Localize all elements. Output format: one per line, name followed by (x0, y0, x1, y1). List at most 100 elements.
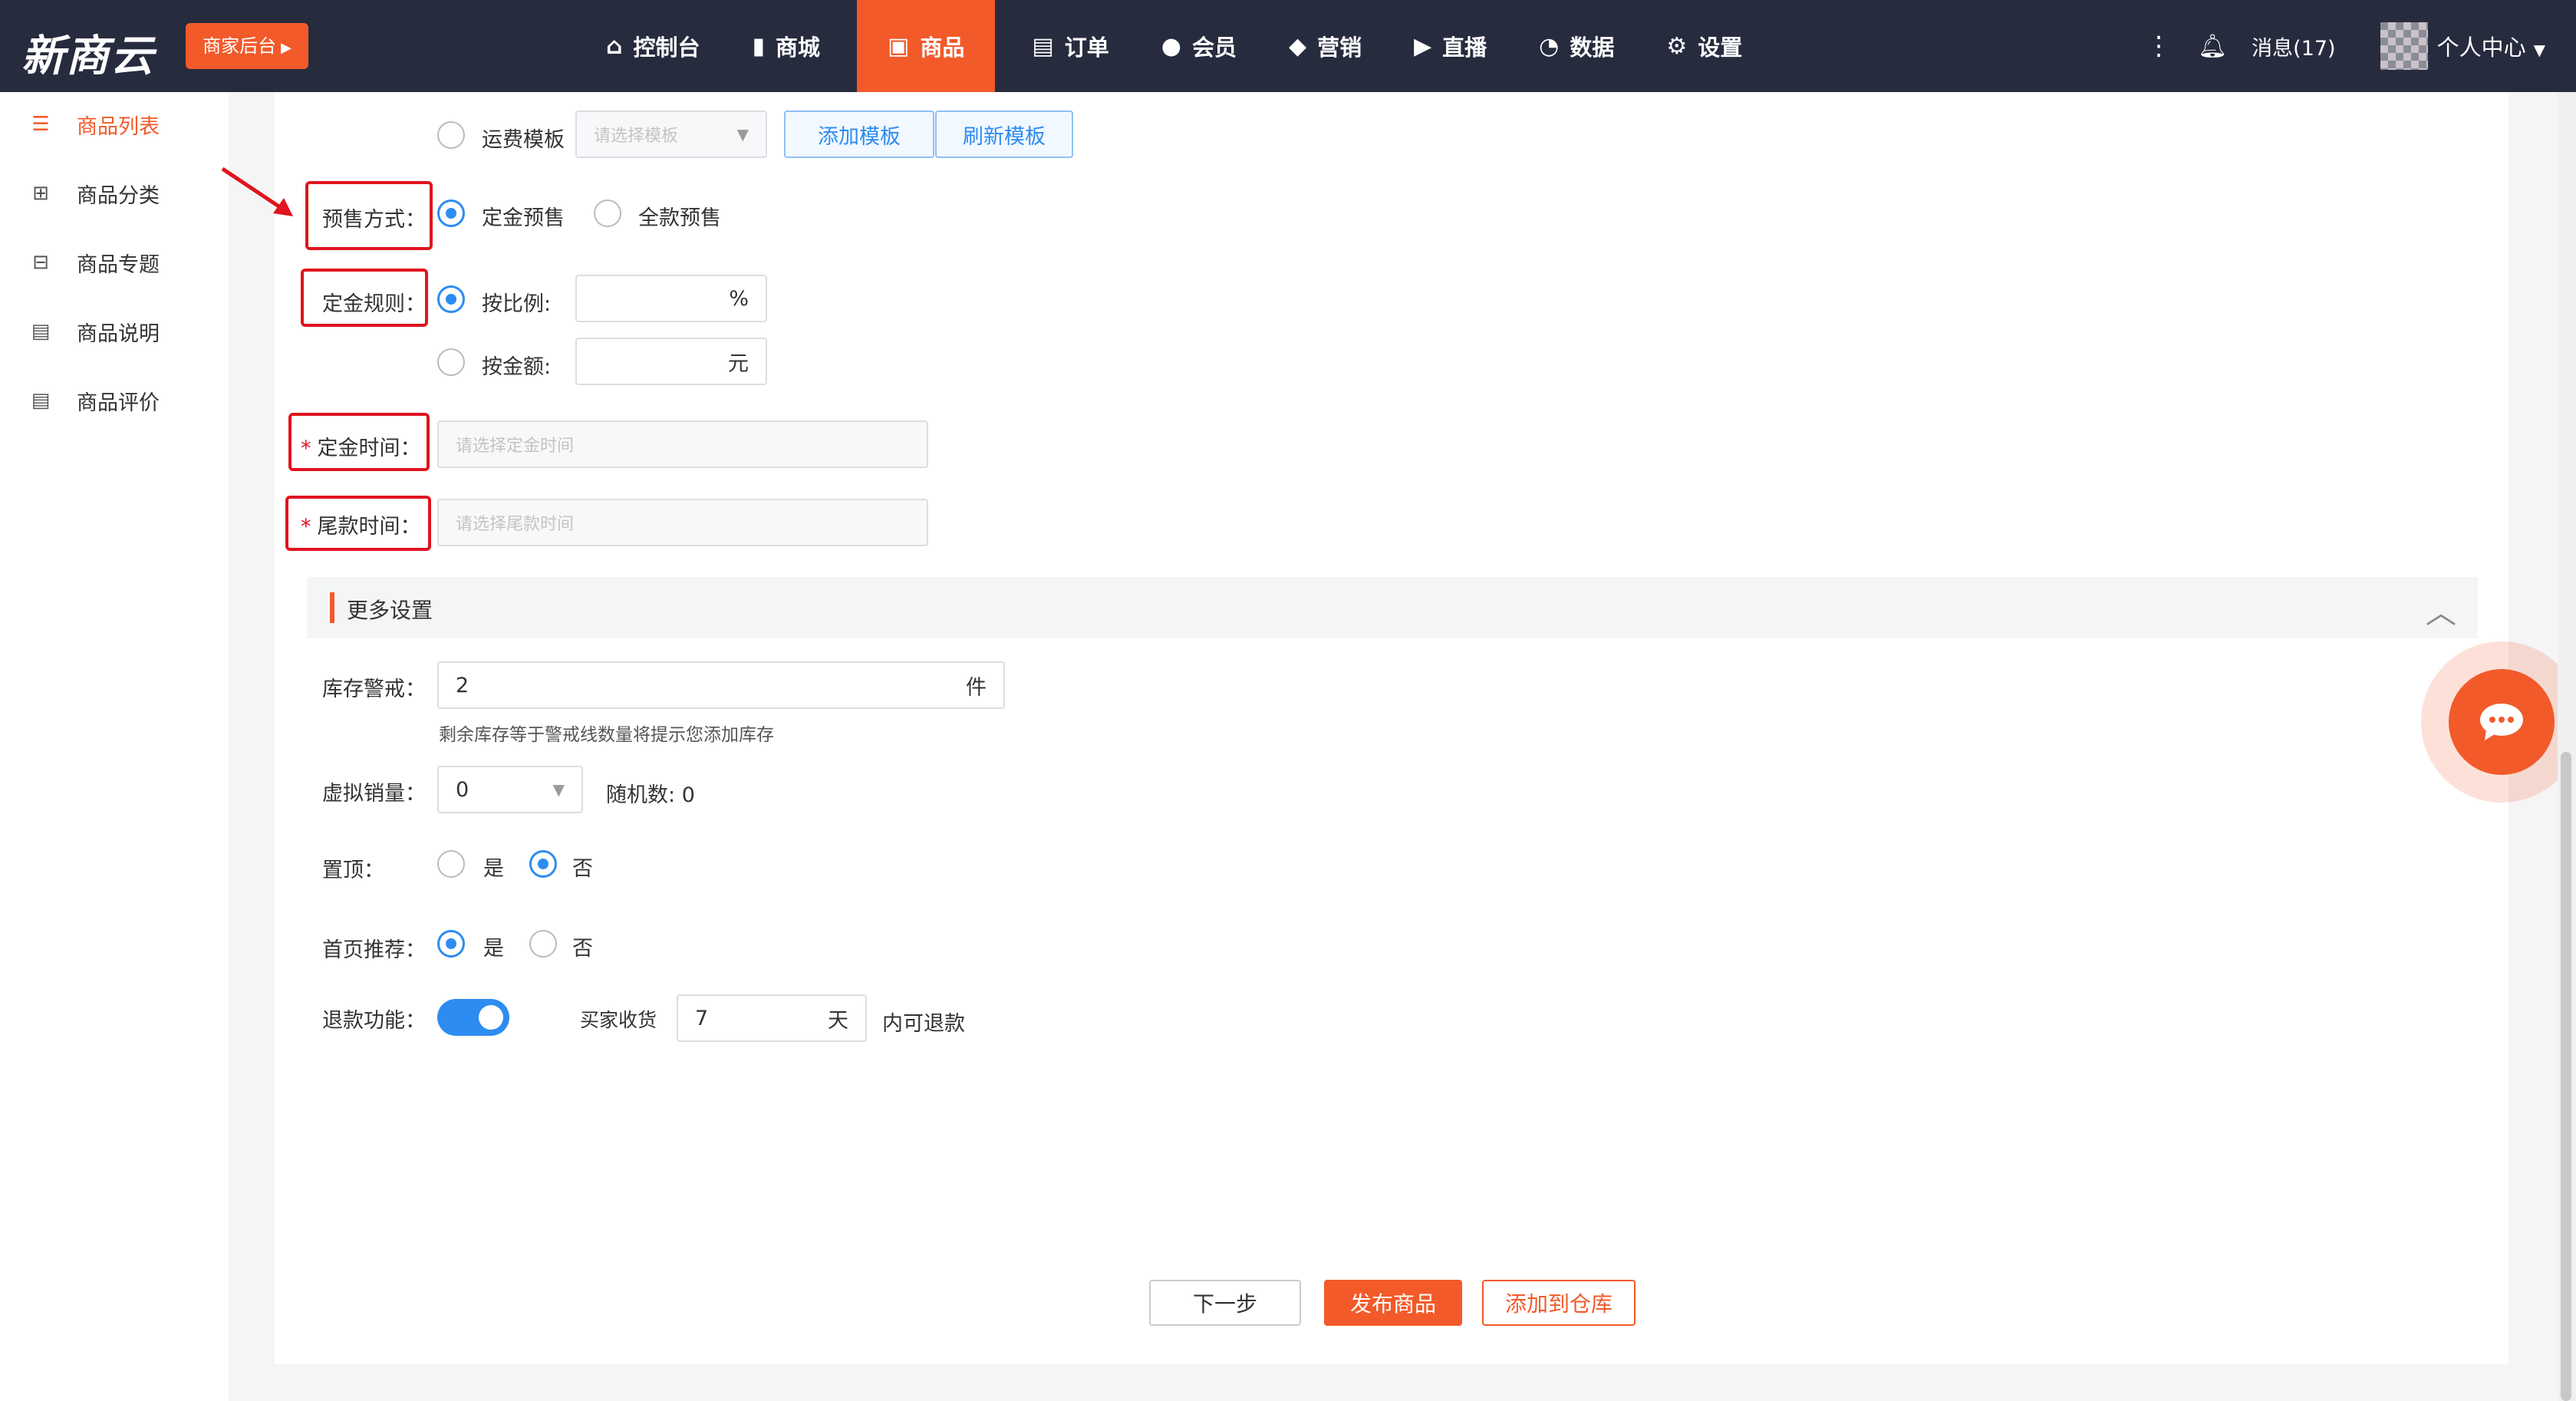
sidebar-item-product-category[interactable]: ⊞ 商品分类 (28, 170, 160, 216)
chat-button[interactable] (2449, 669, 2555, 775)
refund-days-value: 7 (695, 1006, 709, 1030)
deposit-amount-input[interactable]: 元 (575, 338, 767, 385)
nav-item-products[interactable]: ▣ 商品 (857, 0, 996, 92)
nav-item-dashboard[interactable]: ⌂ 控制台 (591, 0, 716, 92)
sidebar-item-product-list[interactable]: ☰ 商品列表 (28, 101, 160, 147)
pin-top-no-radio[interactable] (529, 850, 557, 878)
nav-item-settings[interactable]: ⚙ 设置 (1651, 0, 1757, 92)
review-icon: ▤ (31, 389, 51, 412)
deposit-rule-label: 定金规则： (322, 292, 426, 316)
refund-suffix: 内可退款 (882, 1012, 965, 1036)
sidebar-item-product-topic[interactable]: ⊟ 商品专题 (28, 239, 160, 285)
add-template-button[interactable]: 添加模板 (784, 110, 934, 158)
deposit-presale-label: 定金预售 (482, 206, 565, 230)
chevron-down-icon: ▼ (552, 780, 565, 799)
nav-item-orders[interactable]: ▤ 订单 (1016, 0, 1124, 92)
nav-item-marketing[interactable]: ◆ 营销 (1273, 0, 1377, 92)
sidebar: ☰ 商品列表 ⊞ 商品分类 ⊟ 商品专题 ▤ 商品说明 ▤ 商品评价 (0, 92, 229, 1401)
avatar[interactable] (2380, 22, 2428, 70)
sidebar-item-product-description[interactable]: ▤ 商品说明 (28, 308, 160, 354)
more-vertical-icon[interactable]: ⋮ (2146, 31, 2172, 61)
pie-chart-icon: ◔ (1539, 32, 1560, 60)
top-right-tools: ⋮ 🔔︎ 消息(17) 个人中心 ▼ (2146, 0, 2545, 92)
publish-product-button[interactable]: 发布商品 (1324, 1280, 1462, 1326)
bell-icon[interactable]: 🔔︎ (2198, 33, 2227, 60)
gear-icon: ⚙ (1666, 32, 1688, 60)
stock-warning-label: 库存警戒： (322, 677, 426, 701)
chevron-up-icon[interactable]: ︿ (2426, 588, 2456, 632)
section-accent-bar (330, 592, 334, 623)
nav-item-label: 营销 (1317, 35, 1362, 61)
sidebar-item-label: 商品列表 (77, 114, 160, 139)
nav-item-mall[interactable]: ▮ 商城 (737, 0, 836, 92)
days-unit: 天 (828, 1008, 848, 1033)
home-recommend-yes-label: 是 (483, 937, 504, 961)
random-number-value: 0 (681, 783, 695, 807)
scrollbar-thumb[interactable] (2561, 752, 2571, 1401)
refund-toggle[interactable] (437, 999, 509, 1036)
deposit-by-ratio-label: 按比例: (482, 292, 552, 316)
chevron-down-icon: ▼ (736, 125, 749, 143)
balance-time-picker[interactable]: 请选择尾款时间 (437, 499, 928, 546)
home-recommend-no-radio[interactable] (529, 930, 557, 958)
deposit-by-amount-radio[interactable] (437, 348, 465, 376)
presale-mode-label: 预售方式： (322, 208, 426, 232)
deposit-time-placeholder: 请选择定金时间 (456, 437, 575, 456)
pin-top-label: 置顶： (322, 859, 384, 882)
refresh-template-button[interactable]: 刷新模板 (935, 110, 1073, 158)
virtual-sales-select[interactable]: 0 ▼ (437, 766, 583, 813)
freight-template-placeholder: 请选择模板 (594, 127, 679, 146)
stock-warning-input[interactable]: 2 件 (437, 661, 1005, 709)
brand-logo[interactable]: 新商云 (21, 21, 155, 84)
nav-item-label: 设置 (1698, 35, 1743, 61)
full-presale-radio[interactable] (594, 199, 621, 227)
stock-warning-value: 2 (456, 673, 469, 697)
nav-item-label: 商品 (920, 35, 965, 61)
video-icon: ▶ (1414, 32, 1432, 60)
percent-unit: % (729, 286, 749, 311)
freight-template-radio[interactable] (437, 121, 465, 149)
balance-time-text: 尾款时间： (317, 515, 421, 539)
sidebar-item-product-review[interactable]: ▤ 商品评价 (28, 377, 160, 424)
random-number-text: 随机数: 0 (606, 778, 695, 808)
document-icon: ▤ (1032, 32, 1054, 60)
nav-item-members[interactable]: ● 会员 (1146, 0, 1252, 92)
merchant-backend-button[interactable]: 商家后台 ▶ (186, 23, 308, 69)
more-settings-header[interactable]: 更多设置 ︿ (307, 577, 2478, 638)
refund-function-label: 退款功能： (322, 1009, 426, 1033)
balance-time-label: * 尾款时间： (301, 509, 421, 539)
deposit-by-ratio-radio[interactable] (437, 285, 465, 313)
virtual-sales-label: 虚拟销量： (322, 782, 426, 806)
deposit-by-amount-label: 按金额: (482, 355, 552, 379)
pin-top-yes-radio[interactable] (437, 850, 465, 878)
deposit-presale-radio[interactable] (437, 199, 465, 227)
bag-icon: ⊟ (32, 251, 49, 274)
refund-days-input[interactable]: 7 天 (677, 994, 867, 1042)
deposit-ratio-input[interactable]: % (575, 275, 767, 322)
sidebar-item-label: 商品专题 (77, 252, 160, 277)
stock-warning-help: 剩余库存等于警戒线数量将提示您添加库存 (439, 725, 774, 745)
virtual-sales-value: 0 (456, 777, 469, 802)
messages-link[interactable]: 消息(17) (2252, 31, 2335, 61)
nav-item-live[interactable]: ▶ 直播 (1398, 0, 1502, 92)
sidebar-item-label: 商品评价 (77, 391, 160, 415)
home-recommend-yes-radio[interactable] (437, 930, 465, 958)
random-number-label: 随机数: (606, 783, 676, 807)
home-recommend-no-label: 否 (572, 937, 593, 961)
next-step-button[interactable]: 下一步 (1149, 1280, 1301, 1326)
home-recommend-label: 首页推荐： (322, 938, 426, 962)
deposit-time-picker[interactable]: 请选择定金时间 (437, 420, 928, 468)
freight-template-select[interactable]: 请选择模板 ▼ (575, 110, 767, 158)
shopping-bag-icon: ▣ (888, 32, 910, 60)
required-mark: * (301, 515, 311, 539)
freight-template-label: 运费模板 (482, 128, 565, 152)
pin-top-no-label: 否 (572, 857, 593, 881)
add-to-warehouse-button[interactable]: 添加到仓库 (1482, 1280, 1636, 1326)
list-icon: ☰ (31, 113, 50, 136)
user-center-label: 个人中心 (2436, 35, 2526, 61)
annotation-arrow-icon (221, 166, 293, 216)
user-center-menu[interactable]: 个人中心 ▼ (2437, 30, 2545, 62)
building-icon: ▮ (752, 32, 766, 60)
home-icon: ⌂ (606, 32, 623, 60)
nav-item-data[interactable]: ◔ 数据 (1524, 0, 1629, 92)
